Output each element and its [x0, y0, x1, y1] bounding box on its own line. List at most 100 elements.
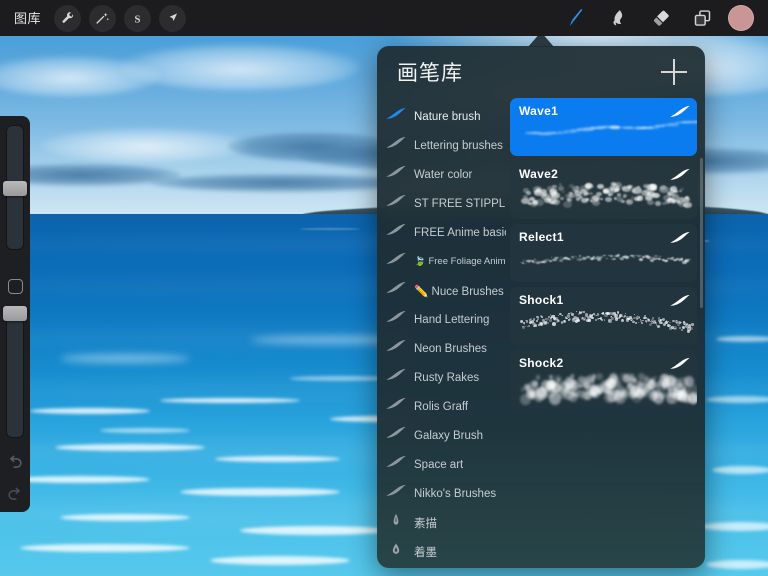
ink-drop-icon: [385, 542, 407, 561]
brush-stroke-icon: [669, 357, 689, 369]
brush-category-item[interactable]: 素描: [377, 508, 506, 537]
brush-category-label: Rusty Rakes: [414, 372, 479, 384]
water-foam: [10, 476, 150, 483]
brush-stroke-icon: [669, 231, 689, 243]
brush-stroke-icon: [385, 194, 407, 213]
brush-category-label: 着墨: [414, 544, 437, 560]
brush-stroke-icon: [385, 397, 407, 416]
brush-category-item[interactable]: Hand Lettering: [377, 305, 506, 334]
transform-arrow-icon[interactable]: [159, 5, 186, 32]
brush-item-name: Shock2: [519, 356, 564, 370]
brush-item[interactable]: Wave1: [510, 98, 697, 156]
brush-category-label: Space art: [414, 459, 463, 471]
brush-stroke-icon: [385, 165, 407, 184]
brush-category-item[interactable]: 🍃 Free Foliage Anime: [377, 247, 506, 276]
water-foam: [706, 396, 768, 403]
brush-category-item[interactable]: FREE Anime basic: [377, 218, 506, 247]
water-foam: [215, 456, 340, 462]
water-foam: [55, 444, 205, 451]
brush-item[interactable]: Shock1: [510, 287, 697, 345]
water-foam: [180, 488, 340, 496]
toolbar-left-group: 图库 S: [0, 5, 189, 32]
brush-opacity-slider[interactable]: [6, 306, 24, 438]
brush-item-name: Wave1: [519, 104, 558, 118]
brush-category-label: FREE Anime basic: [414, 227, 506, 239]
brush-category-label: Nature brush: [414, 111, 480, 123]
brush-category-item[interactable]: Space art: [377, 450, 506, 479]
selection-s-icon[interactable]: S: [124, 5, 151, 32]
brush-stroke-icon: [669, 294, 689, 306]
water-foam: [290, 376, 390, 381]
layers-icon[interactable]: [686, 3, 718, 33]
brush-category-label: ST FREE STIPPLE: [414, 198, 506, 210]
brush-category-label: Hand Lettering: [414, 314, 489, 326]
water-foam: [716, 336, 768, 342]
brush-item[interactable]: Relect1: [510, 224, 697, 282]
water-foam: [60, 354, 190, 363]
brush-stroke-icon: [385, 339, 407, 358]
water-foam: [712, 466, 768, 474]
brush-category-label: Rolis Graff: [414, 401, 468, 413]
brush-item-name: Wave2: [519, 167, 558, 181]
undo-button[interactable]: [5, 453, 25, 473]
brush-category-label: 素描: [414, 515, 437, 531]
brush-category-label: 🍃 Free Foliage Anime: [414, 256, 506, 267]
eraser-icon[interactable]: [644, 3, 676, 33]
water-glint: [300, 228, 360, 230]
brush-item[interactable]: Wave2: [510, 161, 697, 219]
brush-category-item[interactable]: ✏️ Nuce Brushes: [377, 276, 506, 305]
paint-brush-icon[interactable]: [560, 3, 592, 33]
brush-category-label: Galaxy Brush: [414, 430, 483, 442]
brush-stroke-icon: [385, 136, 407, 155]
modify-square-button[interactable]: [8, 279, 23, 294]
gallery-button[interactable]: 图库: [10, 5, 49, 31]
brush-stroke-icon: [385, 223, 407, 242]
left-sidebar: [0, 116, 30, 512]
svg-text:S: S: [135, 14, 141, 25]
adjustments-wand-icon[interactable]: [89, 5, 116, 32]
actions-wrench-icon[interactable]: [54, 5, 81, 32]
brush-stroke-icon: [385, 426, 407, 445]
brush-category-item[interactable]: Nikko's Brushes: [377, 479, 506, 508]
brush-stroke-icon: [385, 455, 407, 474]
brush-category-label: Water color: [414, 169, 472, 181]
redo-button[interactable]: [5, 485, 25, 505]
brush-category-label: ✏️ Nuce Brushes: [414, 284, 504, 298]
smudge-icon[interactable]: [602, 3, 634, 33]
brush-library-title: 画笔库: [397, 57, 463, 87]
brush-category-item[interactable]: Rusty Rakes: [377, 363, 506, 392]
brush-stroke-icon: [385, 252, 407, 271]
cloud-shape: [40, 128, 250, 162]
brush-category-item[interactable]: Neon Brushes: [377, 334, 506, 363]
brush-category-item[interactable]: ST FREE STIPPLE: [377, 189, 506, 218]
brush-stroke-icon: [385, 281, 407, 300]
water-foam: [240, 526, 390, 535]
top-toolbar: 图库 S: [0, 0, 768, 36]
brush-library-header: 画笔库: [377, 46, 705, 98]
brush-category-item[interactable]: 着墨: [377, 537, 506, 566]
brush-stroke-icon: [385, 484, 407, 503]
brush-category-item[interactable]: Water color: [377, 160, 506, 189]
color-swatch-button[interactable]: [728, 5, 754, 31]
brush-category-item[interactable]: Lettering brushes: [377, 131, 506, 160]
brush-category-item[interactable]: Galaxy Brush: [377, 421, 506, 450]
brush-stroke-icon: [385, 310, 407, 329]
brush-stroke-icon: [669, 168, 689, 180]
brush-category-item[interactable]: Nature brush: [377, 102, 506, 131]
brush-item-list[interactable]: Wave1 Wave2 Relect1 Shock1 Shock2: [506, 98, 705, 568]
brush-category-item[interactable]: Rolis Graff: [377, 392, 506, 421]
brush-item[interactable]: Shock2: [510, 350, 697, 408]
brush-size-slider-thumb[interactable]: [3, 181, 27, 196]
brush-opacity-slider-thumb[interactable]: [3, 306, 27, 321]
brush-list-scrollbar[interactable]: [700, 158, 703, 308]
cloud-shape: [120, 44, 360, 90]
add-brush-plus-icon[interactable]: [661, 59, 687, 85]
water-foam: [160, 398, 300, 403]
brush-library-panel: 画笔库 Nature brush Lettering brushes Water c…: [377, 46, 705, 568]
pencil-tip-icon: [385, 513, 407, 532]
brush-stroke-icon: [385, 107, 407, 126]
water-foam: [210, 556, 350, 565]
brush-category-label: Neon Brushes: [414, 343, 487, 355]
brush-category-list[interactable]: Nature brush Lettering brushes Water color…: [377, 98, 506, 568]
brush-item-name: Relect1: [519, 230, 564, 244]
